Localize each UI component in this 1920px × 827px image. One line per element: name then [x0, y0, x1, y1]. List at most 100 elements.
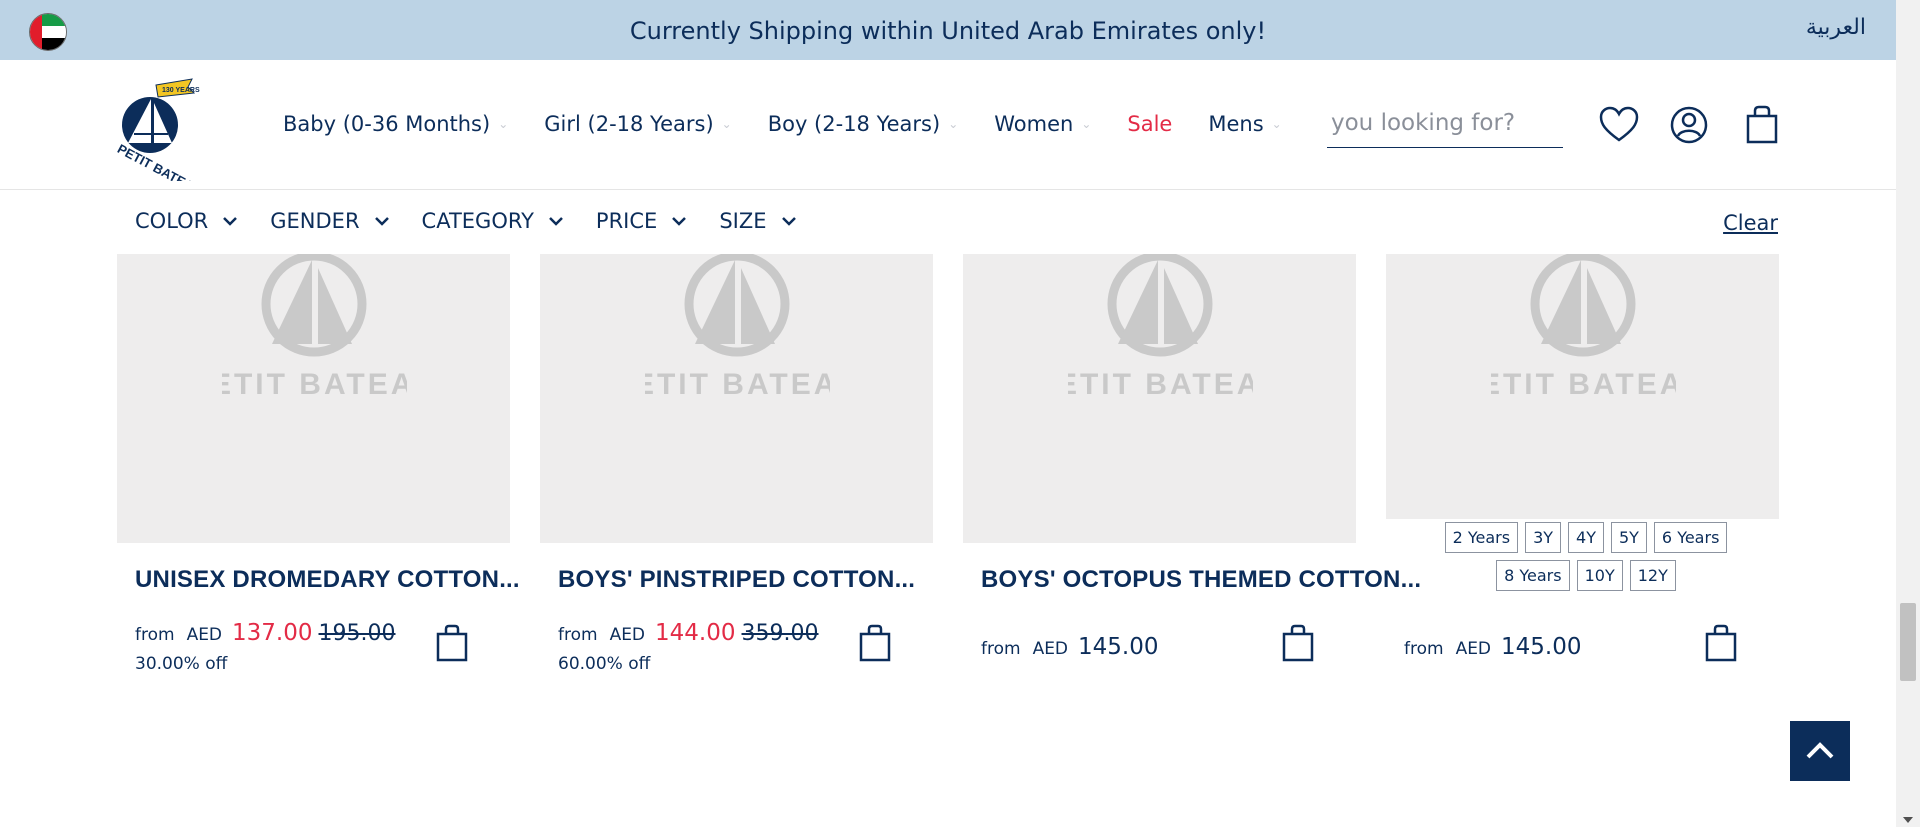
nav-sale[interactable]: Sale [1127, 112, 1172, 136]
site-header: PETIT BATEAU 130 YEARS Baby (0-36 Months… [0, 60, 1896, 198]
main-nav: Baby (0-36 Months) ⌄ Girl (2-18 Years) ⌄ B… [283, 112, 1318, 136]
product-image-placeholder[interactable]: PETIT BATEAU [963, 254, 1356, 543]
add-to-bag-button[interactable] [858, 624, 892, 662]
petit-bateau-watermark-icon: PETIT BATEAU [1491, 254, 1676, 401]
nav-mens[interactable]: Mens ⌄ [1208, 112, 1281, 136]
product-card[interactable]: PETIT BATEAU UNISEX DROMEDARY COTTON... … [117, 254, 520, 674]
product-image-placeholder[interactable]: PETIT BATEAU [117, 254, 510, 543]
chevron-down-icon [549, 217, 563, 226]
petit-bateau-watermark-icon: PETIT BATEAU [645, 254, 830, 401]
search-box [1327, 98, 1563, 148]
language-switch-link[interactable]: العربية [1806, 15, 1866, 40]
product-title[interactable]: UNISEX DROMEDARY COTTON... [135, 566, 520, 594]
petit-bateau-watermark-icon: PETIT BATEAU [1068, 254, 1253, 401]
size-option[interactable]: 10Y [1576, 560, 1623, 591]
nav-label: Boy (2-18 Years) [767, 112, 941, 136]
price-currency: AED [609, 625, 646, 645]
original-price: 195.00 [318, 621, 396, 646]
page-scrollbar[interactable] [1896, 0, 1920, 827]
product-price: from AED 144.00 359.00 [558, 620, 819, 646]
scrollbar-thumb[interactable] [1900, 603, 1916, 681]
svg-text:PETIT BATEAU: PETIT BATEAU [222, 368, 407, 401]
sale-price: 144.00 [655, 620, 736, 646]
chevron-up-icon [1806, 742, 1834, 759]
scroll-down-arrow-icon[interactable] [1903, 817, 1913, 823]
price-value: 145.00 [1501, 634, 1582, 660]
shipping-banner: Currently Shipping within United Arab Em… [0, 0, 1896, 60]
nav-boy[interactable]: Boy (2-18 Years) ⌄ [768, 112, 959, 136]
filter-label: COLOR [135, 209, 209, 233]
filter-label: CATEGORY [421, 209, 534, 233]
filter-label: SIZE [719, 209, 767, 233]
filter-label: GENDER [270, 209, 360, 233]
cart-bag-icon[interactable] [1740, 103, 1784, 147]
product-price: from AED 137.00 195.00 [135, 620, 396, 646]
size-option[interactable]: 5Y [1610, 522, 1647, 553]
price-from-label: from [1404, 639, 1444, 659]
discount-label: 60.00% off [558, 654, 651, 674]
sale-price: 137.00 [232, 620, 313, 646]
svg-text:PETIT BATEAU: PETIT BATEAU [1491, 368, 1676, 401]
filter-list: COLOR GENDER CATEGORY PRICE SIZE [135, 209, 829, 233]
size-option[interactable]: 4Y [1568, 522, 1604, 553]
size-option[interactable]: 2 Years [1444, 522, 1519, 553]
wishlist-heart-icon[interactable] [1597, 103, 1641, 147]
product-card[interactable]: PETIT BATEAU BOYS' OCTOPUS THEMED COTTON… [963, 254, 1421, 662]
add-to-bag-button[interactable] [435, 624, 469, 662]
svg-text:PETIT BATEAU: PETIT BATEAU [1068, 368, 1253, 401]
logo-badge: 130 YEARS [162, 87, 200, 94]
chevron-down-icon: ⌄ [1271, 117, 1282, 131]
price-from-label: from [981, 639, 1021, 659]
filter-color[interactable]: COLOR [135, 209, 238, 233]
bag-icon [1705, 624, 1737, 662]
size-option[interactable]: 6 Years [1653, 522, 1728, 553]
price-from-label: from [135, 625, 175, 645]
filter-price[interactable]: PRICE [596, 209, 687, 233]
search-input[interactable] [1327, 98, 1563, 147]
nav-girl[interactable]: Girl (2-18 Years) ⌄ [544, 112, 731, 136]
product-image-placeholder[interactable]: PETIT BATEAU [1386, 254, 1779, 519]
bag-icon [859, 624, 891, 662]
chevron-down-icon: ⌄ [1081, 117, 1092, 131]
chevron-down-icon: ⌄ [948, 117, 959, 131]
add-to-bag-button[interactable] [1704, 624, 1738, 662]
nav-label: Baby (0-36 Months) [283, 112, 491, 136]
product-grid: PETIT BATEAU UNISEX DROMEDARY COTTON... … [117, 254, 1779, 694]
chevron-down-icon: ⌄ [721, 117, 732, 131]
chevron-down-icon [374, 217, 389, 226]
original-price: 359.00 [741, 621, 819, 646]
discount-label: 30.00% off [135, 654, 228, 674]
product-card[interactable]: PETIT BATEAU BOYS' PINSTRIPED COTTON... … [540, 254, 933, 674]
product-title[interactable]: BOYS' PINSTRIPED COTTON... [558, 566, 915, 594]
petit-bateau-logo[interactable]: PETIT BATEAU 130 YEARS [112, 73, 212, 198]
back-to-top-button[interactable] [1790, 721, 1850, 781]
product-image-placeholder[interactable]: PETIT BATEAU [540, 254, 933, 543]
nav-women[interactable]: Women ⌄ [994, 112, 1091, 136]
svg-text:PETIT BATEAU: PETIT BATEAU [645, 368, 830, 401]
clear-filters-link[interactable]: Clear [1723, 211, 1778, 235]
price-value: 145.00 [1078, 634, 1159, 660]
shipping-notice: Currently Shipping within United Arab Em… [629, 17, 1267, 45]
filter-size[interactable]: SIZE [719, 209, 796, 233]
nav-label: Sale [1127, 112, 1173, 136]
price-currency: AED [1032, 639, 1069, 659]
filter-gender[interactable]: GENDER [270, 209, 389, 233]
price-currency: AED [186, 625, 223, 645]
product-title[interactable]: BOYS' OCTOPUS THEMED COTTON... [981, 566, 1421, 594]
nav-baby[interactable]: Baby (0-36 Months) ⌄ [283, 112, 508, 136]
chevron-down-icon [781, 217, 796, 226]
add-to-bag-button[interactable] [1281, 624, 1315, 662]
chevron-down-icon [672, 217, 687, 226]
product-price: from AED 145.00 [1404, 634, 1582, 660]
product-card[interactable]: PETIT BATEAU 2 Years 3Y 4Y 5Y 6 Years 8 … [1386, 254, 1779, 662]
size-options: 2 Years 3Y 4Y 5Y 6 Years 8 Years 10Y 12Y [1416, 522, 1756, 591]
bag-icon [1282, 624, 1314, 662]
size-option[interactable]: 3Y [1525, 522, 1562, 553]
petit-bateau-watermark-icon: PETIT BATEAU [222, 254, 407, 401]
filter-category[interactable]: CATEGORY [422, 209, 564, 233]
nav-label: Girl (2-18 Years) [544, 112, 714, 136]
account-icon[interactable] [1667, 103, 1711, 147]
size-option[interactable]: 8 Years [1496, 560, 1570, 591]
size-option[interactable]: 12Y [1629, 560, 1676, 591]
bag-icon [436, 624, 468, 662]
